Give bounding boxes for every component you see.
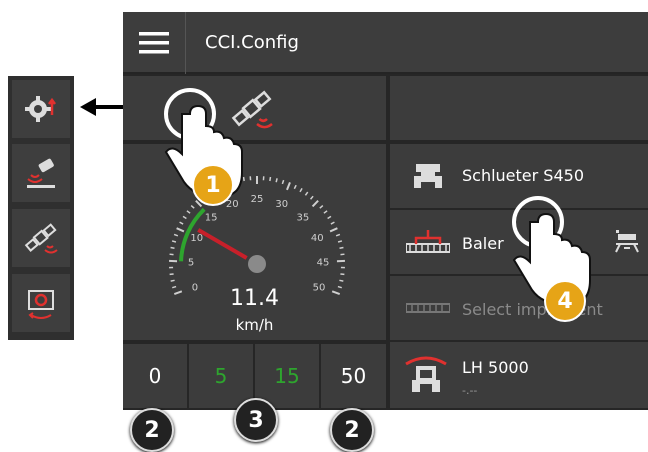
gauge-tick: [305, 192, 307, 195]
settings-button[interactable]: [12, 80, 70, 138]
gauge-tick-label: 15: [205, 213, 218, 224]
work-position-icon: [612, 228, 640, 256]
gauge-tick: [183, 216, 186, 218]
gauge-tick: [177, 228, 184, 231]
range-green-low-label: 5: [189, 364, 253, 388]
gauge-tick: [294, 185, 296, 189]
gauge-tick-label: 45: [317, 258, 330, 269]
gauge-tick: [282, 180, 283, 184]
gauge-hub: [248, 255, 266, 273]
gauge-tick: [340, 248, 344, 249]
speed-value: 11.4: [123, 286, 386, 311]
range-green-low-button[interactable]: 5: [189, 344, 253, 408]
range-min-label: 0: [123, 364, 187, 388]
gear-settings-icon: [21, 89, 61, 129]
gauge-tick: [330, 228, 337, 231]
gauge-tick: [174, 234, 178, 235]
callout-badge-1: 1: [192, 164, 234, 206]
gauge-tick-label: 40: [311, 233, 324, 244]
baler-icon: [406, 228, 450, 256]
gauge-tick: [180, 222, 184, 224]
gauge-tick: [336, 234, 340, 235]
gauge-tick-label: 30: [275, 199, 288, 210]
callout-badge-2-left: 2: [130, 408, 174, 452]
implement-label: Schlueter S450: [462, 166, 584, 185]
gauge-tick: [300, 188, 302, 191]
app-header: CCI.Config: [123, 12, 648, 74]
gauge-tick-label: 35: [296, 213, 309, 224]
range-green-high-button[interactable]: 15: [255, 344, 319, 408]
gauge-tick: [276, 178, 277, 182]
gauge-tick: [324, 211, 327, 213]
gauge-tick: [320, 206, 323, 209]
range-min-button[interactable]: 0: [123, 344, 187, 408]
tractor-icon: [414, 162, 442, 190]
speed-unit: km/h: [123, 316, 386, 334]
calibration-icon: [21, 283, 61, 323]
gauge-tick: [313, 201, 319, 207]
implement-sublabel: -.--: [462, 384, 477, 397]
satellite-icon: [21, 218, 61, 258]
gauge-tick-label: 10: [190, 233, 203, 244]
gauge-tick: [171, 248, 175, 249]
gauge-tick-label: 5: [188, 258, 194, 269]
receiver-button[interactable]: [12, 144, 70, 202]
gauge-tick: [339, 280, 343, 281]
gauge-tick: [338, 241, 342, 242]
satellite-button[interactable]: [12, 209, 70, 267]
callout-badge-4: 4: [544, 280, 586, 322]
gauge-tick: [270, 177, 271, 181]
callout-badge-2-right: 2: [330, 408, 374, 452]
gauge-tick: [172, 241, 176, 242]
gauge-tick: [311, 196, 314, 199]
implement-label: LH 5000: [462, 358, 529, 377]
range-green-high-label: 15: [255, 364, 319, 388]
implement-row-trailer[interactable]: LH 5000 -.--: [390, 342, 648, 408]
range-max-button[interactable]: 50: [321, 344, 386, 408]
calibration-button[interactable]: [12, 274, 70, 332]
sprayer-icon: [404, 354, 448, 394]
gauge-needle: [198, 230, 246, 258]
callout-badge-3: 3: [234, 398, 278, 442]
top-right-slot: [390, 76, 648, 140]
implement-placeholder-icon: [406, 302, 450, 314]
side-toolbar: [8, 76, 74, 340]
gauge-tick: [171, 280, 175, 281]
app-title: CCI.Config: [205, 32, 299, 53]
header-divider: [185, 12, 186, 74]
gauge-tick: [287, 182, 290, 189]
gps-receiver-icon: [21, 153, 61, 193]
range-max-label: 50: [321, 364, 386, 388]
gauge-tick: [331, 222, 335, 224]
menu-icon[interactable]: [139, 32, 169, 54]
gauge-tick: [328, 216, 331, 218]
